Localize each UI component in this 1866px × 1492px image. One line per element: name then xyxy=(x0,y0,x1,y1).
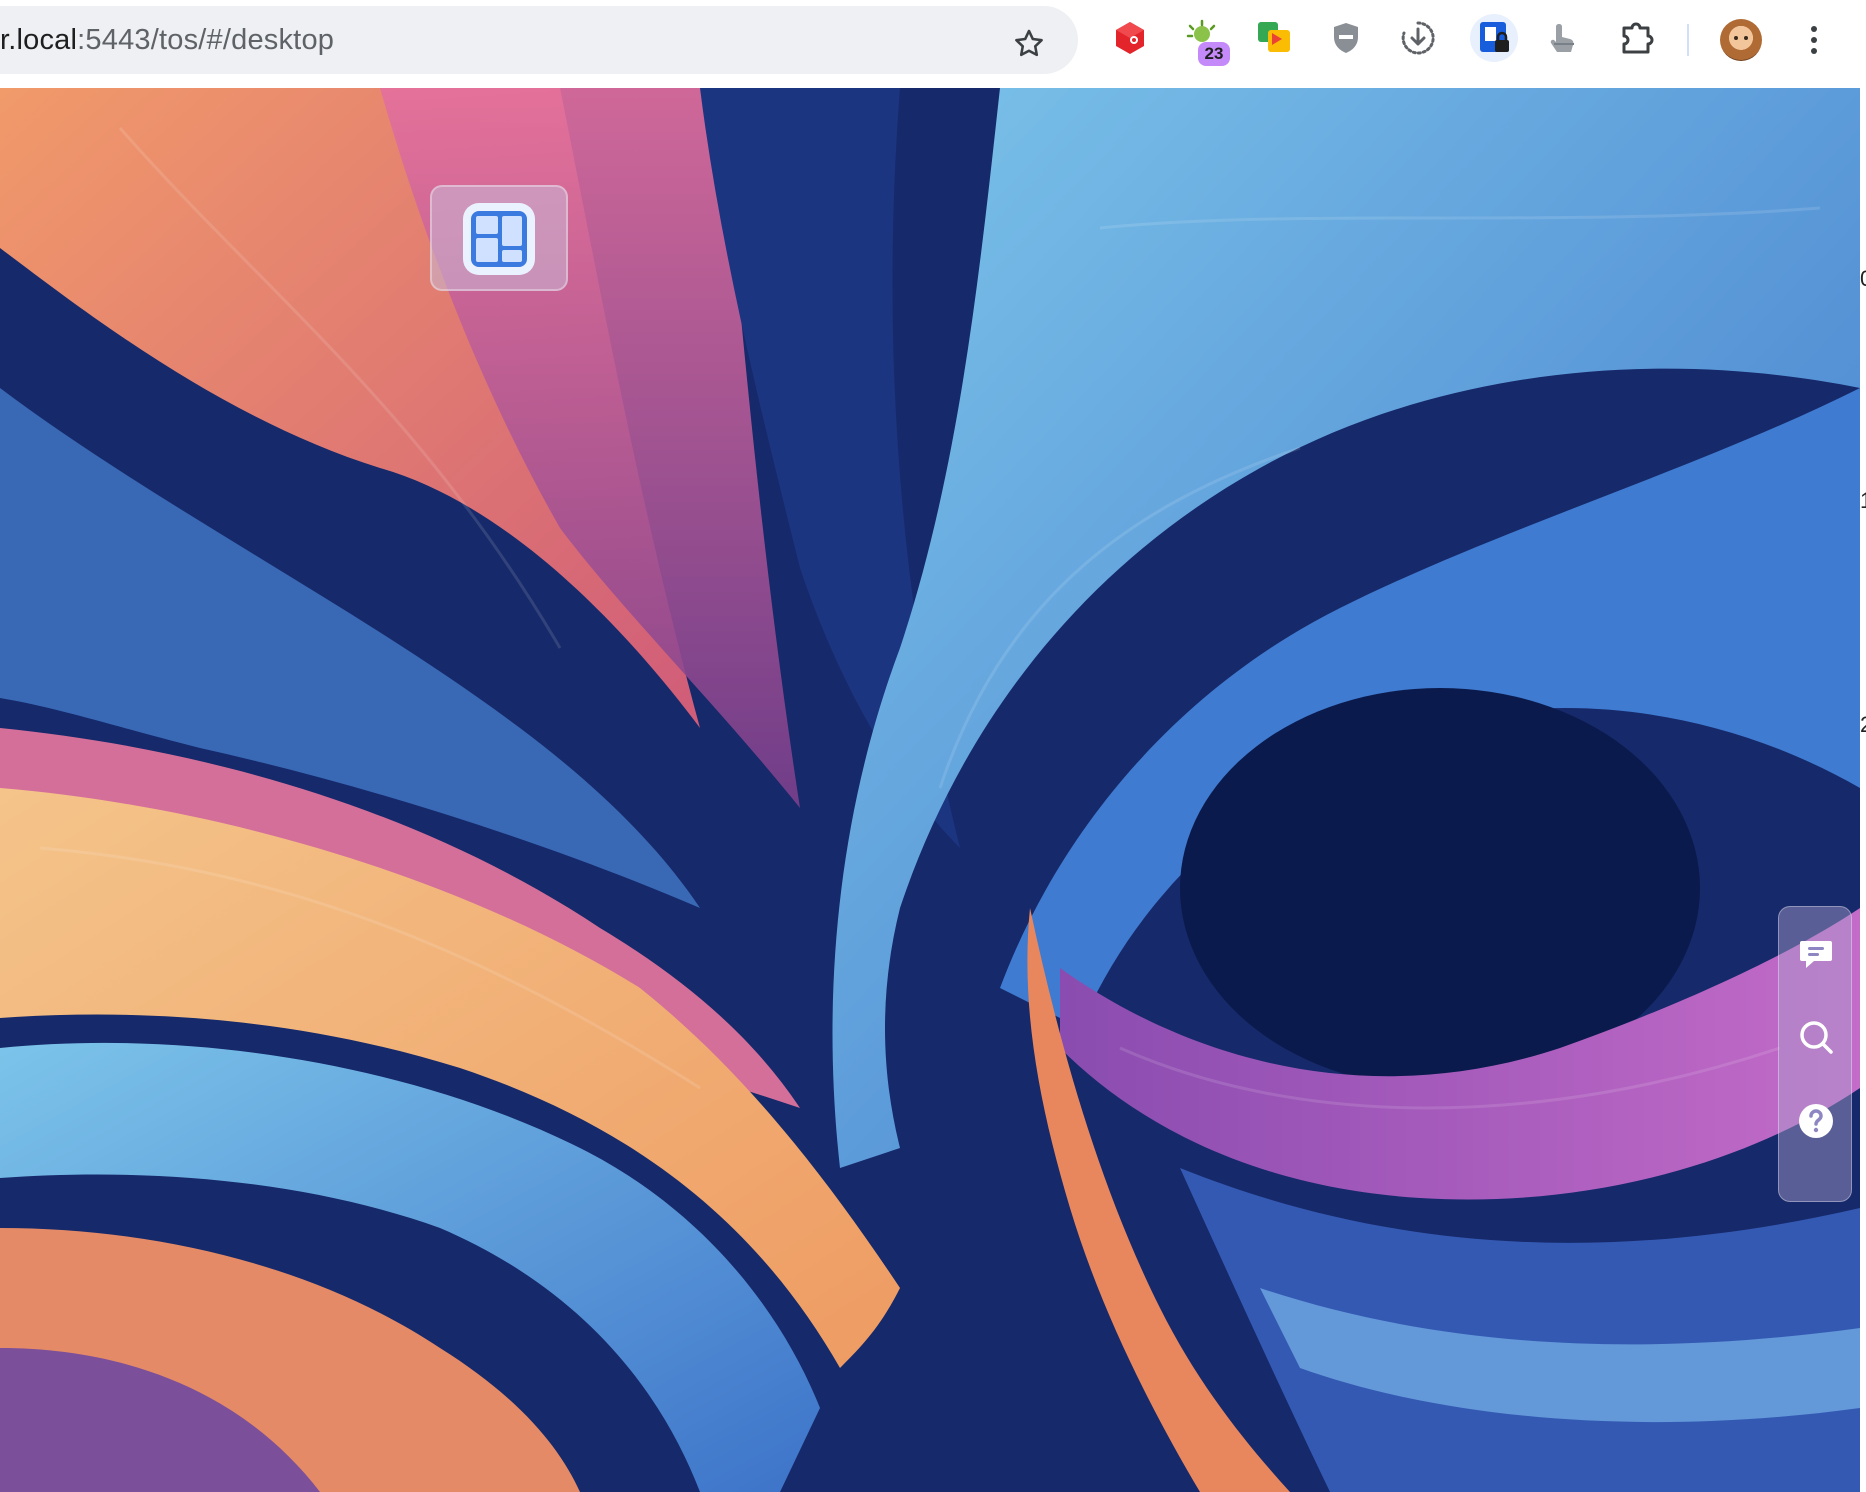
edge-glyph: 2 xyxy=(1860,712,1866,738)
edge-glyph: 1 xyxy=(1860,488,1866,514)
password-lock-extension-icon[interactable] xyxy=(1470,14,1518,62)
edge-glyph: 0 xyxy=(1860,266,1866,292)
bookmark-star-icon[interactable] xyxy=(1012,27,1046,61)
search-button[interactable] xyxy=(1796,1017,1836,1057)
browser-toolbar: r.local:5443/tos/#/desktop 23 xyxy=(0,0,1860,88)
hand-pointer-extension-icon[interactable] xyxy=(1542,18,1582,58)
more-vertical-icon[interactable] xyxy=(1800,20,1828,60)
puzzle-extensions-icon[interactable] xyxy=(1616,18,1656,58)
chat-icon xyxy=(1800,941,1832,968)
window-edge xyxy=(1860,0,1866,1492)
side-dock xyxy=(1778,906,1852,1202)
help-button[interactable] xyxy=(1796,1101,1836,1141)
url-host: r.local xyxy=(0,24,78,56)
desktop-app-shortcut[interactable] xyxy=(430,185,568,291)
windows-grid-app-icon xyxy=(463,203,535,275)
extension-badge-count: 23 xyxy=(1198,42,1230,66)
url-text[interactable]: r.local:5443/tos/#/desktop xyxy=(0,24,334,57)
toolbar-separator xyxy=(1687,24,1689,56)
desktop[interactable] xyxy=(0,88,1860,1492)
address-bar[interactable]: r.local:5443/tos/#/desktop xyxy=(0,6,1078,74)
chat-button[interactable] xyxy=(1796,933,1836,973)
profile-avatar[interactable] xyxy=(1720,19,1762,61)
download-clock-extension-icon[interactable] xyxy=(1398,18,1438,58)
wallpaper-image xyxy=(0,88,1860,1492)
play-extension-icon[interactable] xyxy=(1254,18,1294,58)
red-cube-extension-icon[interactable] xyxy=(1110,18,1150,58)
shield-extension-icon[interactable] xyxy=(1326,18,1366,58)
help-icon xyxy=(1799,1104,1833,1138)
url-path: :5443/tos/#/desktop xyxy=(77,24,335,56)
search-icon xyxy=(1800,1021,1833,1054)
